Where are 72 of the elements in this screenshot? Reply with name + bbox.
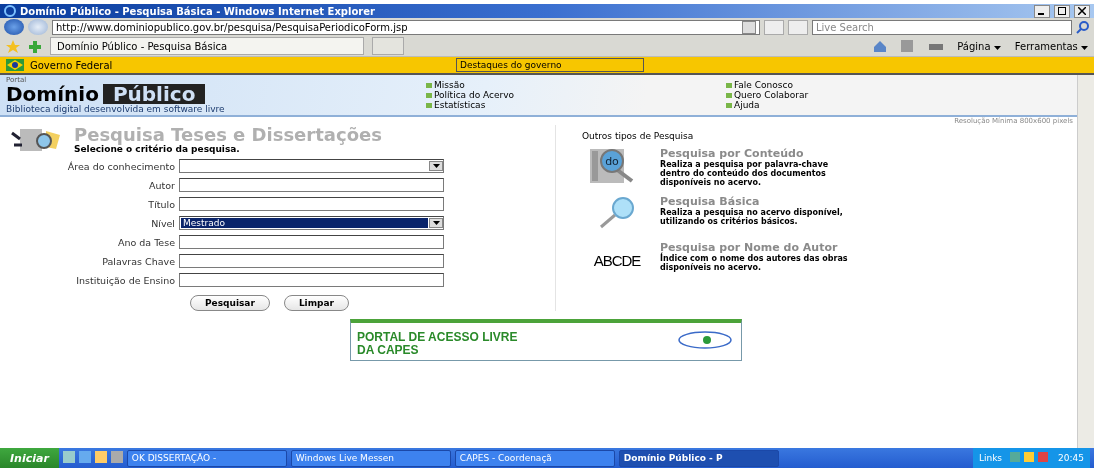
close-icon	[1078, 7, 1086, 15]
url-text: http://www.dominiopublico.gov.br/pesquisa/PesquisaPeriodicoForm.jsp	[56, 21, 408, 33]
tray-icon[interactable]	[1010, 452, 1051, 464]
nav-link[interactable]: Missão	[426, 80, 726, 90]
field-label: Palavras Chave	[101, 255, 175, 267]
dropdown-arrow-icon	[432, 164, 440, 168]
window-title: Domínio Público - Pesquisa Básica - Windows Internet Explorer	[20, 5, 376, 17]
field-label: Autor	[148, 179, 175, 191]
caret-icon	[1081, 45, 1088, 50]
highlights-dropdown[interactable]: Destaques do governo	[456, 58, 644, 72]
nav-link[interactable]: Ajuda	[726, 100, 1026, 110]
back-button[interactable]	[4, 19, 24, 35]
government-label[interactable]: Governo Federal	[30, 59, 450, 71]
magnifier-icon	[597, 197, 637, 231]
search-type-description: Realiza a pesquisa no acervo disponível, utilizando os critérios básicos.	[660, 208, 844, 226]
refresh-button[interactable]	[764, 19, 784, 35]
start-button[interactable]: Iniciar	[0, 448, 59, 468]
logo-text: Domínio	[6, 84, 99, 104]
nav-link[interactable]: Quero Colaborar	[726, 90, 1026, 100]
section-heading: Outros tipos de Pesquisa	[582, 131, 695, 141]
capes-banner[interactable]: PORTAL DE ACESSO LIVRE DA CAPES	[350, 319, 742, 361]
dropdown-arrow-icon	[432, 221, 440, 225]
browser-tab[interactable]: Domínio Público - Pesquisa Básica	[50, 37, 364, 55]
browser-logo-icon	[4, 5, 16, 17]
add-favorite-icon[interactable]	[28, 39, 42, 53]
nav-link[interactable]: Política do Acervo	[426, 90, 726, 100]
form-title: Pesquisa Teses e Dissertações	[74, 126, 382, 144]
dropdown-button[interactable]	[742, 20, 756, 34]
search-icon[interactable]	[1076, 20, 1090, 34]
select-field[interactable]	[179, 159, 444, 173]
form-subtitle: Selecione o critério da pesquisa.	[74, 144, 241, 154]
taskbar-button[interactable]: OK DISSERTAÇÃO -	[126, 449, 287, 467]
minimize-button[interactable]	[1034, 4, 1050, 18]
logo-text: Público	[102, 84, 206, 104]
tagline: Biblioteca digital desenvolvida em software livre	[6, 104, 226, 114]
field-label: Instituição de Ensino	[75, 274, 175, 286]
field-label: Título	[147, 198, 175, 210]
input-field[interactable]	[179, 254, 444, 268]
form-button[interactable]: Pesquisar	[190, 295, 270, 311]
caret-icon	[993, 45, 1001, 50]
input-field[interactable]	[179, 273, 444, 287]
clock: 20:45	[1058, 453, 1084, 463]
feed-icon[interactable]	[901, 40, 916, 52]
home-icon[interactable]	[873, 40, 888, 52]
favorites-star-icon[interactable]	[6, 39, 20, 53]
command-menu[interactable]: Página	[957, 40, 1001, 52]
search-type-description: Índice com o nome dos autores das obras disponíveis no acervo.	[660, 254, 849, 272]
input-field[interactable]	[179, 235, 444, 249]
taskbar-button[interactable]: Windows Live Messen	[290, 449, 451, 467]
quick-launch-icon[interactable]	[62, 451, 123, 465]
field-label: Ano da Tese	[116, 236, 175, 248]
taskbar-button[interactable]: Domínio Público - P	[618, 449, 779, 467]
maximize-icon	[1058, 7, 1066, 15]
search-field[interactable]: Live Search	[812, 19, 1072, 35]
input-field[interactable]	[179, 197, 444, 211]
nav-link[interactable]: Fale Conosco	[726, 80, 1026, 90]
stop-button[interactable]	[788, 19, 808, 35]
nav-link[interactable]: Estatísticas	[426, 100, 726, 110]
search-type-description: Realiza a pesquisa por palavra-chave dentro do conteúdo dos documentos disponíveis no acervo.	[660, 160, 830, 187]
banner-text: PORTAL DE ACESSO LIVRE DA CAPES	[357, 328, 518, 357]
alphabet-logo: ABCDE	[593, 251, 641, 269]
address-field[interactable]: http://www.dominiopublico.gov.br/pesquisa/PesquisaPeriodicoForm.jsp	[52, 19, 760, 35]
input-field[interactable]	[179, 178, 444, 192]
scrollbar[interactable]	[1077, 75, 1094, 448]
form-button[interactable]: Limpar	[283, 295, 350, 311]
field-label: Nível	[150, 217, 175, 229]
field-label: Área do conhecimento	[66, 160, 175, 172]
maximize-button[interactable]	[1054, 4, 1070, 18]
command-menu[interactable]: Ferramentas	[1014, 40, 1088, 52]
taskbar-button[interactable]: CAPES - Coordenaçã	[454, 449, 615, 467]
select-field[interactable]: Mestrado	[179, 216, 444, 230]
close-button[interactable]	[1074, 4, 1090, 18]
